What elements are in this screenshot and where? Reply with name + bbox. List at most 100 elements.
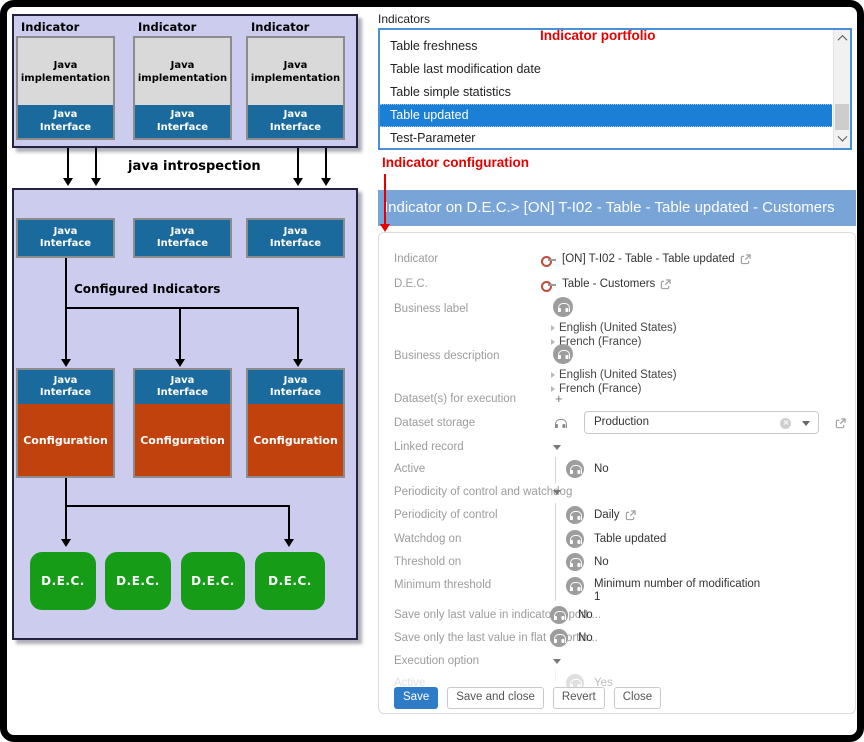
indicators-listbox[interactable]: Table freshness Table last modification … [378,28,852,150]
indicator-group-label: Indicator [246,18,345,36]
expand-triangle-icon[interactable] [551,372,555,378]
form-button-bar: Save Save and close Revert Close [394,687,661,709]
arrow-down-icon [179,309,181,359]
collapse-chevron-icon[interactable] [553,445,561,450]
save-button[interactable]: Save [394,687,438,709]
inherited-value-icon[interactable] [566,460,584,478]
java-interface-box: Java Interface [18,105,113,138]
field-row-save-last-indicator: Save only last value in indicator report… [379,605,855,625]
field-row-periodicity-group: Periodicity of control and watchdog [379,482,855,502]
field-row-minimum-threshold: Minimum threshold Minimum number of modi… [379,575,855,605]
arrow-down-icon [297,309,299,359]
inherited-value-icon[interactable] [550,606,568,624]
arrow-down-icon [65,309,67,359]
indicator-configuration-form: Indicator [ON] T-I02 - Table - Table upd… [378,232,856,714]
external-link-icon[interactable] [660,279,671,290]
java-implementation-box: Java implementation [248,38,343,105]
connector-line [65,505,290,507]
save-and-close-button[interactable]: Save and close [447,687,544,709]
field-row-dec: D.E.C. Table - Customers [379,274,855,294]
field-row-execution-option: Execution option [379,651,855,671]
inherited-value-icon[interactable] [553,297,573,317]
foreign-key-icon [541,255,557,264]
arrow-down-icon [67,148,69,178]
field-row-indicator: Indicator [ON] T-I02 - Table - Table upd… [379,249,855,269]
java-interface-box: Java Interface [246,218,345,258]
connector-line [65,258,67,307]
indicator-group: Indicator Java implementation Java Inter… [246,18,345,140]
scroll-up-icon[interactable] [834,31,850,46]
indicator-box: Java implementation Java Interface [133,36,232,140]
list-item[interactable]: Table last modification date [380,58,832,81]
inherited-value-icon [555,419,565,427]
indicator-group-label: Indicator [133,18,232,36]
external-link-icon[interactable] [740,254,751,265]
expand-triangle-icon[interactable] [551,339,555,345]
configuration-box: Configuration [248,404,343,476]
field-row-threshold-on: Threshold on No [379,552,855,572]
annotation-arrow-icon [384,174,386,224]
add-icon[interactable]: + [555,389,563,409]
arrow-down-icon [297,148,299,178]
list-item[interactable]: Test-Parameter [380,127,832,150]
external-link-icon[interactable] [625,510,636,521]
configured-indicator-box: Java Interface Configuration [133,368,232,478]
field-row-dataset-storage: Dataset storage Production [379,413,855,433]
java-introspection-label: java introspection [128,159,261,174]
form-header: Indicator on D.E.C.> [ON] T-I02 - Table … [378,190,856,226]
indicator-group: Indicator Java implementation Java Inter… [133,18,232,140]
java-interface-box: Java Interface [135,105,230,138]
screenshot-root: Indicator Java implementation Java Inter… [0,0,864,742]
dec-box: D.E.C. [105,552,171,610]
indicator-box: Java implementation Java Interface [246,36,345,140]
scroll-down-icon[interactable] [834,132,850,147]
list-item[interactable]: Table simple statistics [380,81,832,104]
indicators-container: Indicator Java implementation Java Inter… [12,14,358,148]
java-interface-box: Java Interface [18,370,113,404]
field-row-watchdog-on: Watchdog on Table updated [379,529,855,549]
java-implementation-box: Java implementation [18,38,113,105]
field-row-save-last-flat: Save only the last value in flat reporti… [379,628,855,648]
arrow-down-icon [65,507,67,539]
close-button[interactable]: Close [614,687,661,709]
dec-box: D.E.C. [181,552,245,610]
foreign-key-icon [541,280,557,289]
scroll-thumb[interactable] [835,104,849,130]
expand-triangle-icon[interactable] [551,325,555,331]
dataset-storage-combobox[interactable]: Production [584,411,819,434]
dropdown-caret-icon[interactable] [802,421,810,426]
collapse-chevron-icon[interactable] [553,659,561,664]
collapse-chevron-icon[interactable] [553,490,561,495]
configured-indicators-container: Java Interface Java Interface Java Inter… [12,188,358,640]
indicator-group: Indicator Java implementation Java Inter… [16,18,115,140]
indicators-listbox-label: Indicators [378,12,430,26]
revert-button[interactable]: Revert [553,687,605,709]
inherited-value-icon[interactable] [550,629,568,647]
inherited-value-icon[interactable] [566,577,584,595]
inherited-value-icon[interactable] [553,344,573,364]
clear-icon[interactable] [780,418,791,429]
arrow-down-icon [95,148,97,178]
scrollbar[interactable] [833,30,850,148]
dec-box: D.E.C. [30,552,96,610]
configured-indicator-box: Java Interface Configuration [16,368,115,478]
configured-indicator-box: Java Interface Configuration [246,368,345,478]
external-link-icon[interactable] [835,418,846,429]
configured-indicators-label: Configured Indicators [74,282,220,296]
indicator-box: Java implementation Java Interface [16,36,115,140]
java-interface-box: Java Interface [248,105,343,138]
inherited-value-icon[interactable] [566,530,584,548]
field-row-business-label: Business label English (United States) F… [379,299,855,349]
annotation-indicator-configuration: Indicator configuration [382,155,529,170]
field-row-active: Active No [379,459,855,479]
configuration-box: Configuration [18,404,113,476]
arrow-down-icon [325,148,327,178]
inherited-value-icon[interactable] [566,506,584,524]
configuration-box: Configuration [135,404,230,476]
list-item-selected[interactable]: Table updated [380,104,832,127]
connector-line [65,307,299,309]
inherited-value-icon[interactable] [566,553,584,571]
connector-line [65,478,67,505]
annotation-indicator-portfolio: Indicator portfolio [540,28,656,43]
indicator-group-label: Indicator [16,18,115,36]
